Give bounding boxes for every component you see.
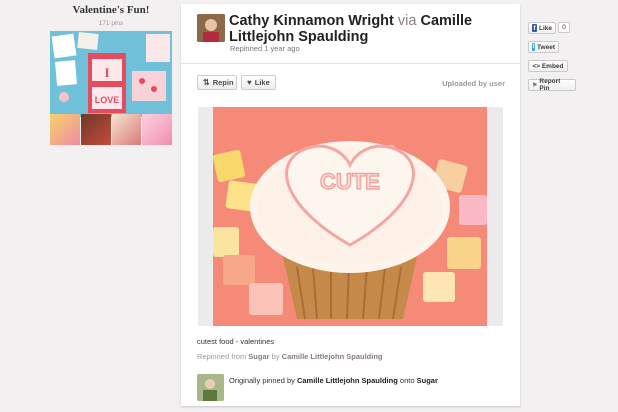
pin-card: Cathy Kinnamon Wright via Camille Little… [181, 4, 520, 406]
divider [181, 63, 520, 64]
pinner-name-link[interactable]: Cathy Kinnamon Wright [229, 13, 394, 29]
pinner-attribution: Cathy Kinnamon Wright via Camille Little… [229, 13, 514, 45]
pin-image[interactable]: CUTE [213, 107, 487, 326]
pin-image-container[interactable]: CUTE [198, 107, 503, 326]
tweet-button[interactable]: t Tweet [528, 41, 559, 53]
original-pinner-avatar[interactable] [197, 374, 224, 401]
board-pin-count: 171 pins [98, 20, 124, 27]
repin-button[interactable]: ⇅ Repin [197, 75, 237, 90]
repinned-time: Repinned 1 year ago [230, 44, 300, 53]
facebook-icon: f [532, 24, 537, 32]
report-pin-button[interactable]: ⚑ Report Pin [528, 78, 576, 92]
facebook-like-count: 0 [558, 22, 570, 33]
board-thumb[interactable] [111, 114, 142, 145]
embed-button[interactable]: <> Embed [528, 60, 568, 72]
tweet-label: Tweet [537, 43, 555, 51]
orig-onto: onto [399, 376, 415, 385]
originally-pinned-line: Originally pinned by Camille Littlejohn … [229, 376, 438, 385]
orig-board-link[interactable]: Sugar [417, 376, 438, 385]
image-heart-text: CUTE [320, 169, 380, 194]
embed-label: <> Embed [532, 62, 564, 70]
heart-icon: ♥ [247, 78, 252, 87]
pin-description: cutest food - valentines [197, 337, 275, 346]
board-thumb[interactable] [50, 114, 80, 145]
orig-user-link[interactable]: Camille Littlejohn Spaulding [297, 376, 398, 385]
like-button[interactable]: ♥ Like [241, 75, 276, 90]
board-thumbnails [50, 114, 172, 145]
repinned-from-user-link[interactable]: Camille Littlejohn Spaulding [282, 352, 383, 361]
via-text: via [397, 13, 417, 29]
uploaded-by-text: Uploaded by user [442, 79, 505, 88]
repin-label: Repin [212, 78, 234, 87]
flag-icon: ⚑ [532, 82, 538, 89]
facebook-like-button[interactable]: f Like [528, 22, 556, 34]
facebook-like-label: Like [538, 24, 552, 32]
board-thumb[interactable] [142, 114, 172, 145]
twitter-icon: t [532, 43, 536, 51]
like-label: Like [254, 78, 270, 87]
board-card[interactable]: Valentine's Fun! 171 pins [49, 4, 173, 28]
board-title[interactable]: Valentine's Fun! [49, 4, 173, 17]
repinned-from-line: Repinned from Sugar by Camille Littlejoh… [197, 352, 383, 361]
board-cover-image[interactable]: I LOVE [50, 31, 172, 117]
repinned-from-prefix: Repinned from [197, 352, 247, 361]
report-pin-label: Report Pin [539, 78, 561, 92]
repinned-from-board-link[interactable]: Sugar [248, 352, 269, 361]
orig-prefix: Originally pinned by [229, 376, 295, 385]
pinner-avatar[interactable] [197, 14, 225, 42]
board-thumb[interactable] [80, 114, 111, 145]
svg-text:I: I [104, 65, 109, 80]
pin-icon: ⇅ [203, 78, 210, 87]
svg-text:LOVE: LOVE [95, 95, 120, 105]
repinned-from-by: by [271, 352, 280, 361]
